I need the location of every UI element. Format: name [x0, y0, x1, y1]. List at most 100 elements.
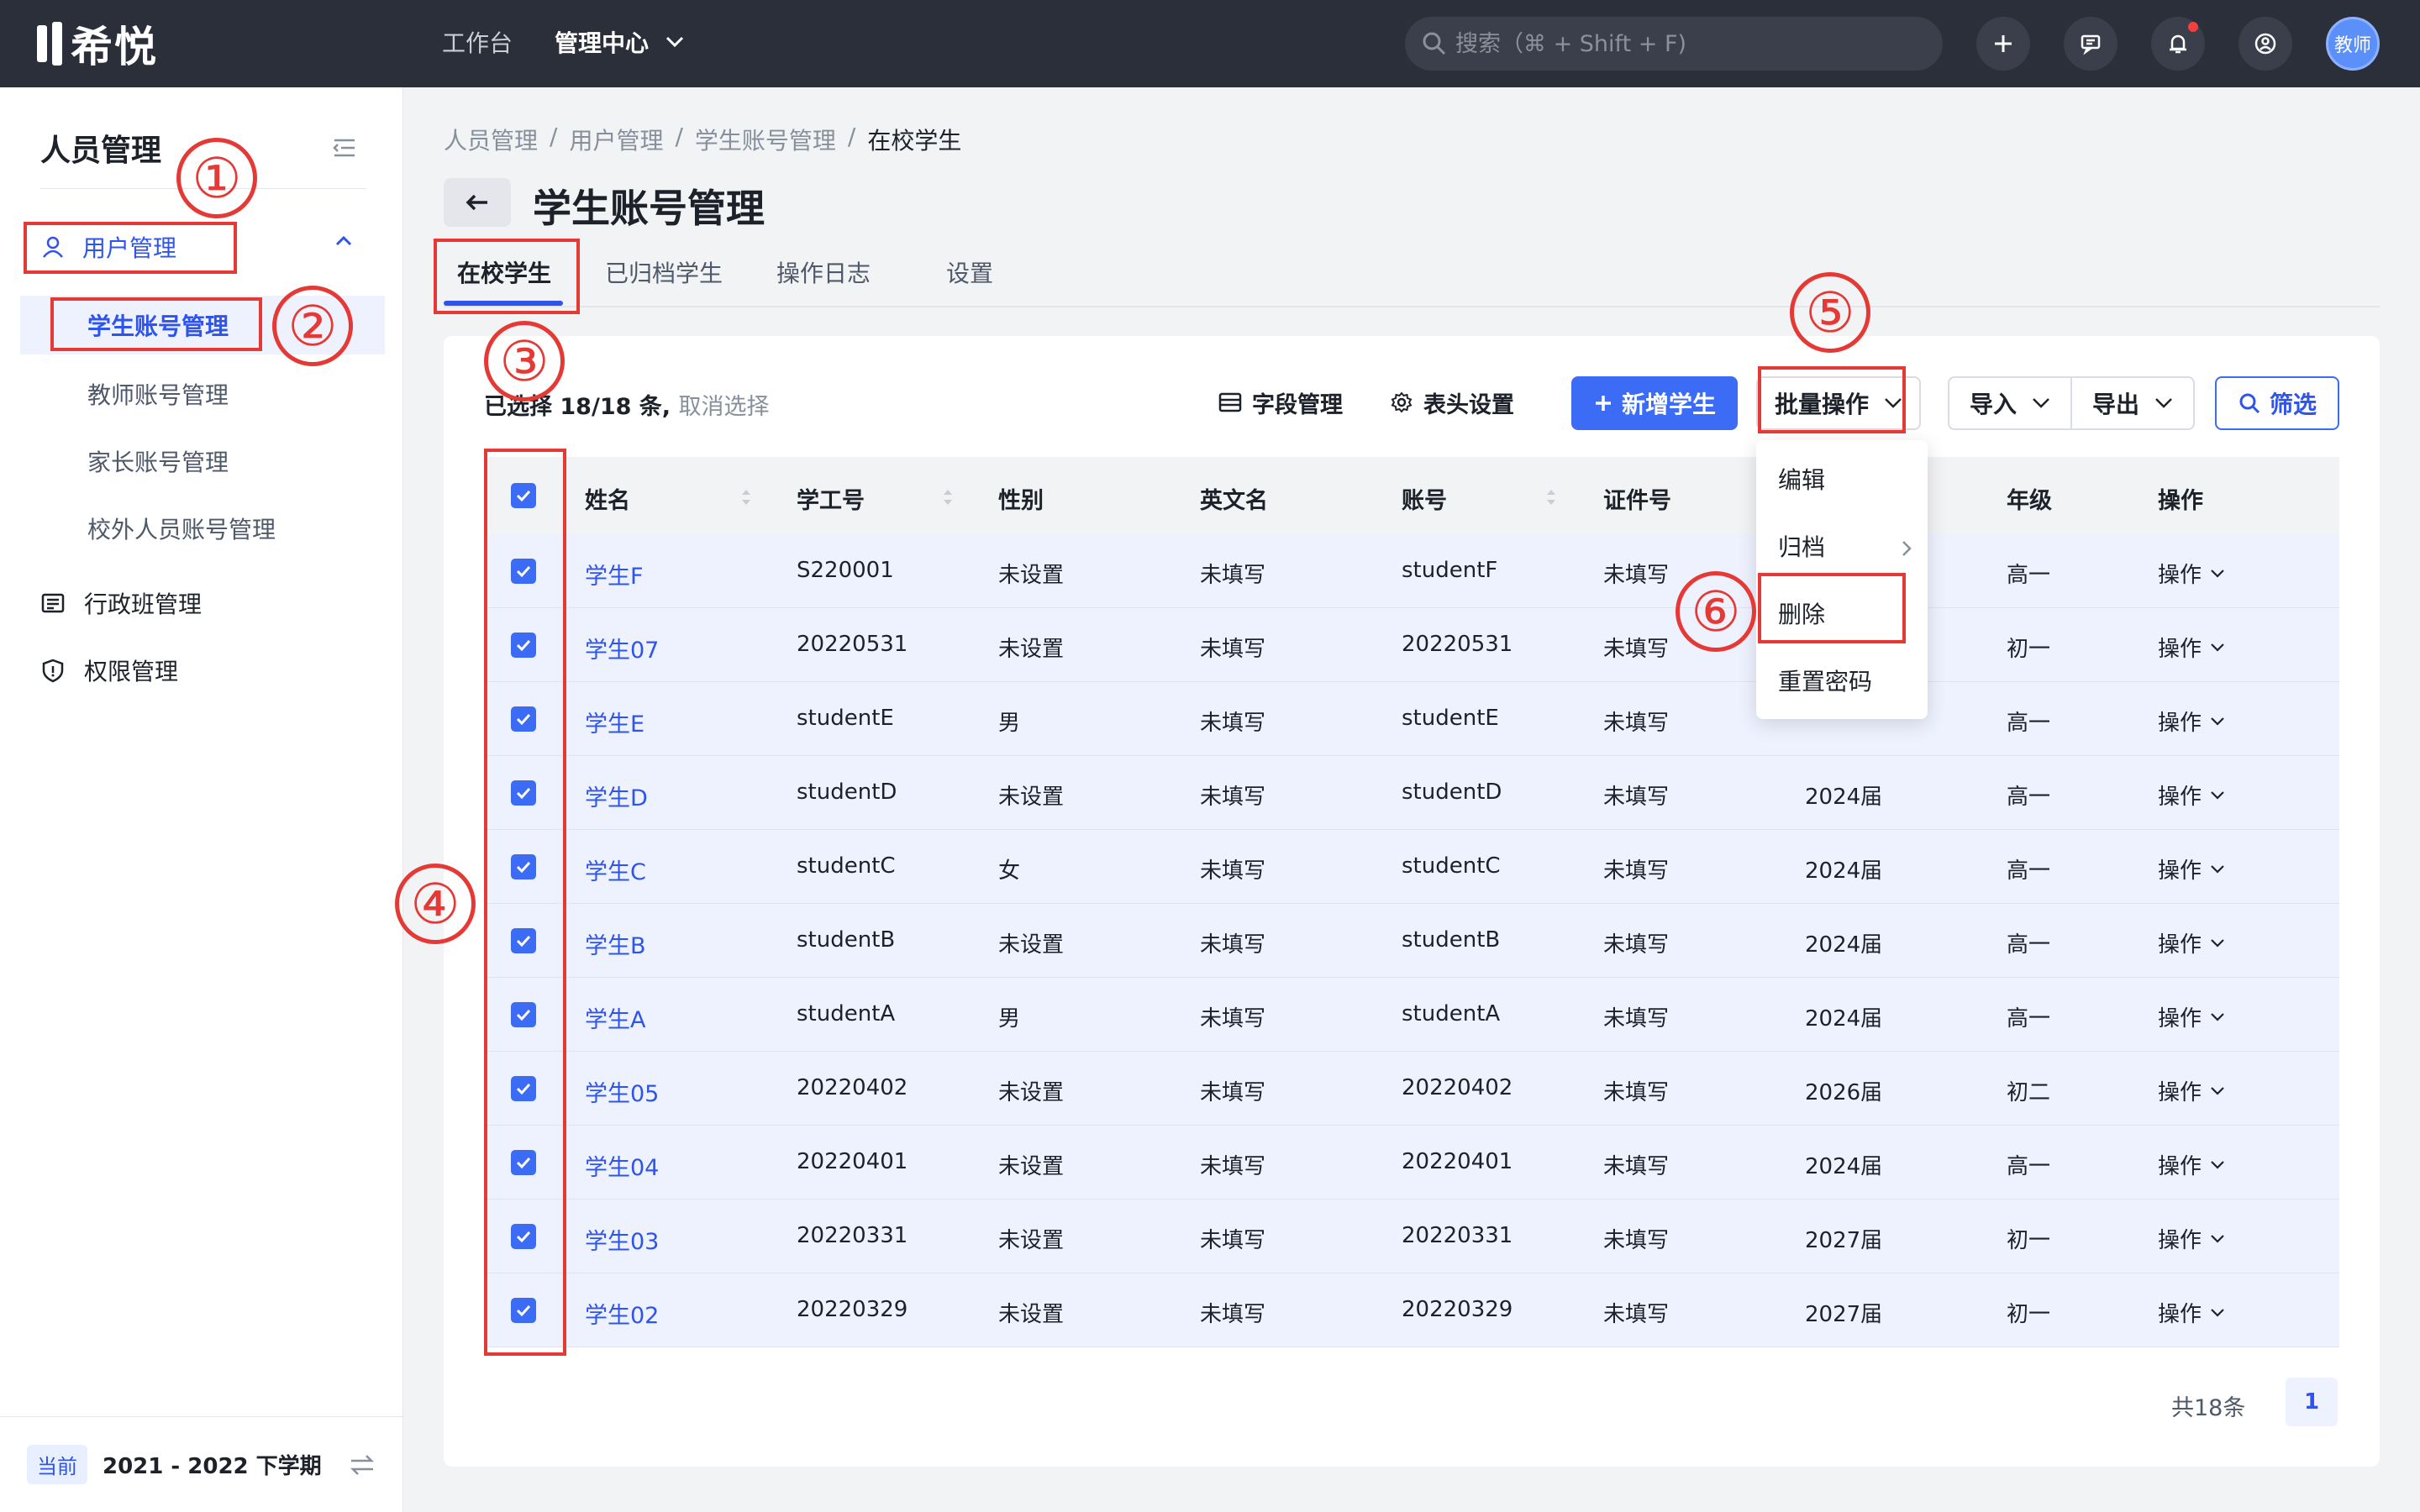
breadcrumb-current: 在校学生 — [867, 127, 962, 155]
cell-name[interactable]: 学生02 — [585, 1297, 659, 1330]
column-header-actions: 操作 — [2158, 488, 2203, 514]
row-actions-menu[interactable]: 操作 — [2158, 558, 2225, 589]
logo-text: 希悦 — [71, 23, 158, 71]
cell-name[interactable]: 学生A — [585, 1001, 645, 1034]
tab-operation-log[interactable]: 操作日志 — [776, 255, 871, 289]
row-actions-menu[interactable]: 操作 — [2158, 853, 2225, 885]
row-actions-label: 操作 — [2158, 1228, 2202, 1253]
sidebar-item-teacher-accounts[interactable]: 教师账号管理 — [20, 365, 385, 423]
tab-settings[interactable]: 设置 — [946, 255, 993, 289]
row-actions-menu[interactable]: 操作 — [2158, 1297, 2225, 1328]
menu-item-archive[interactable]: 归档 — [1778, 529, 1825, 563]
column-header-name[interactable]: 姓名 — [585, 482, 630, 515]
table-row[interactable]: 学生F S220001 未设置 未填写 studentF 未填写 高一 操作 — [484, 534, 2339, 608]
row-actions-menu[interactable]: 操作 — [2158, 1075, 2225, 1106]
row-actions-menu[interactable]: 操作 — [2158, 1223, 2225, 1254]
top-bar: 希悦 工作台 管理中心 教师 — [0, 0, 2420, 87]
search-box[interactable] — [1405, 17, 1943, 71]
sidebar-item-external-accounts[interactable]: 校外人员账号管理 — [20, 499, 385, 558]
table-row[interactable]: 学生03 20220331 未设置 未填写 20220331 未填写 2027届 初一 操作 — [484, 1200, 2339, 1273]
export-button[interactable]: 导出 — [2070, 376, 2195, 430]
cell-gender: 未设置 — [998, 785, 1065, 810]
search-input[interactable] — [1455, 30, 1926, 57]
table-row[interactable]: 学生D studentD 未设置 未填写 studentD 未填写 2024届 高一 操作 — [484, 756, 2339, 830]
cell-student-id: 20220531 — [797, 632, 908, 657]
nav-workbench[interactable]: 工作台 — [442, 25, 513, 59]
table-row[interactable]: 学生04 20220401 未设置 未填写 20220401 未填写 2024届 高一 操作 — [484, 1126, 2339, 1200]
sort-icon[interactable] — [941, 487, 955, 507]
cell-id-number: 未填写 — [1603, 858, 1670, 884]
cell-gender: 未设置 — [998, 1080, 1065, 1105]
table-row[interactable]: 学生A studentA 男 未填写 studentA 未填写 2024届 高一 操作 — [484, 978, 2339, 1052]
add-student-button[interactable]: 新增学生 — [1571, 376, 1738, 430]
cell-english-name: 未填写 — [1200, 1228, 1266, 1253]
row-actions-menu[interactable]: 操作 — [2158, 632, 2225, 663]
cell-name[interactable]: 学生03 — [585, 1223, 659, 1256]
cell-name[interactable]: 学生D — [585, 780, 648, 812]
breadcrumb-item[interactable]: 用户管理 — [569, 123, 663, 156]
menu-item-reset-password[interactable]: 重置密码 — [1778, 664, 1872, 697]
table-row[interactable]: 学生B studentB 未设置 未填写 studentB 未填写 2024届 高一 操作 — [484, 904, 2339, 978]
pagination-page[interactable]: 1 — [2286, 1378, 2338, 1426]
account-switch-button[interactable] — [2238, 17, 2292, 71]
row-actions-menu[interactable]: 操作 — [2158, 780, 2225, 811]
chevron-down-icon — [2211, 569, 2224, 578]
app-logo[interactable]: 希悦 — [37, 18, 158, 71]
cancel-selection-link[interactable]: 取消选择 — [678, 394, 769, 420]
cell-english-name: 未填写 — [1200, 1006, 1266, 1032]
table-row[interactable]: 学生02 20220329 未设置 未填写 20220329 未填写 2027届 初一 操作 — [484, 1273, 2339, 1347]
sort-icon[interactable] — [739, 487, 753, 507]
sort-icon[interactable] — [1544, 487, 1558, 507]
column-header-account[interactable]: 账号 — [1402, 482, 1447, 515]
table-row[interactable]: 学生C studentC 女 未填写 studentC 未填写 2024届 高一 操作 — [484, 830, 2339, 904]
chevron-down-icon — [2211, 643, 2224, 652]
swap-term-icon[interactable] — [348, 1451, 376, 1479]
tab-archived-students[interactable]: 已归档学生 — [605, 255, 723, 289]
row-actions-menu[interactable]: 操作 — [2158, 1149, 2225, 1180]
back-button[interactable] — [444, 178, 511, 227]
notification-button[interactable] — [2151, 17, 2205, 71]
search-icon — [2239, 393, 2260, 414]
row-actions-menu[interactable]: 操作 — [2158, 927, 2225, 958]
cell-name[interactable]: 学生B — [585, 927, 646, 960]
column-header-grade: 年级 — [2007, 488, 2052, 514]
collapse-sidebar-icon[interactable] — [329, 133, 360, 163]
cell-grade: 高一 — [2007, 932, 2051, 958]
add-button[interactable] — [1976, 17, 2030, 71]
cell-name[interactable]: 学生05 — [585, 1075, 659, 1108]
table-row[interactable]: 学生05 20220402 未设置 未填写 20220402 未填写 2026届 初二 操作 — [484, 1052, 2339, 1126]
cell-name[interactable]: 学生C — [585, 853, 646, 886]
cell-name[interactable]: 学生F — [585, 558, 644, 591]
menu-item-edit[interactable]: 编辑 — [1778, 462, 1825, 496]
row-actions-menu[interactable]: 操作 — [2158, 1001, 2225, 1032]
current-term-badge: 当前 — [27, 1445, 87, 1484]
filter-button[interactable]: 筛选 — [2215, 376, 2339, 430]
cell-name[interactable]: 学生E — [585, 706, 644, 738]
sidebar-item-parent-accounts[interactable]: 家长账号管理 — [20, 432, 385, 491]
message-button[interactable] — [2064, 17, 2118, 71]
cell-english-name: 未填写 — [1200, 711, 1266, 736]
sidebar-item-class-management[interactable]: 行政班管理 — [25, 578, 378, 628]
sidebar-item-permission-management[interactable]: 权限管理 — [25, 645, 378, 696]
column-header-student-id[interactable]: 学工号 — [797, 482, 865, 515]
nav-admin-center[interactable]: 管理中心 — [555, 25, 684, 59]
user-avatar[interactable]: 教师 — [2326, 17, 2380, 71]
notification-dot — [2188, 22, 2198, 32]
breadcrumb-item[interactable]: 人员管理 — [444, 123, 538, 156]
table-row[interactable]: 学生E studentE 男 未填写 studentE 未填写 高一 操作 — [484, 682, 2339, 756]
cell-student-id: 20220331 — [797, 1223, 908, 1248]
header-settings-button[interactable]: 表头设置 — [1390, 381, 1514, 423]
cell-account: 20220531 — [1402, 632, 1513, 657]
import-label: 导入 — [1969, 391, 2017, 418]
row-actions-menu[interactable]: 操作 — [2158, 706, 2225, 737]
import-button[interactable]: 导入 — [1948, 376, 2072, 430]
sidebar-item-label: 行政班管理 — [84, 591, 203, 618]
cell-english-name: 未填写 — [1200, 637, 1266, 662]
field-management-button[interactable]: 字段管理 — [1218, 381, 1343, 423]
cell-name[interactable]: 学生04 — [585, 1149, 659, 1182]
highlight-box-user-management — [24, 222, 237, 274]
user-circle-icon — [2254, 33, 2276, 55]
table-row[interactable]: 学生07 20220531 未设置 未填写 20220531 未填写 初一 操作 — [484, 608, 2339, 682]
breadcrumb-item[interactable]: 学生账号管理 — [695, 123, 836, 156]
cell-name[interactable]: 学生07 — [585, 632, 659, 664]
